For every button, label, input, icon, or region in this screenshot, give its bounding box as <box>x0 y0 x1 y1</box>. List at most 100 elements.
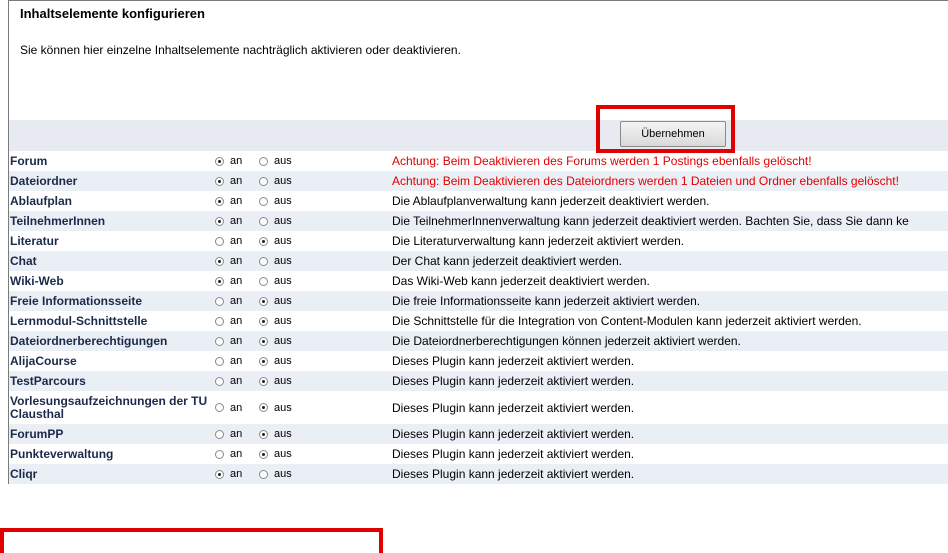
radio-button[interactable] <box>259 176 268 186</box>
module-row: Ablaufplan an aus Die Ablaufplanverwaltung … <box>8 191 948 211</box>
radio-option-aus[interactable]: aus <box>259 311 292 331</box>
radio-label: aus <box>274 428 292 440</box>
radio-label: aus <box>274 468 292 480</box>
radio-button[interactable] <box>215 429 224 439</box>
module-name: ForumPP <box>10 426 64 441</box>
radio-option-aus[interactable]: aus <box>259 351 292 371</box>
info-message: Die TeilnehmerInnenverwaltung kann jeder… <box>392 214 909 228</box>
module-row: Vorlesungsaufzeichnungen der TU Claustha… <box>8 391 948 424</box>
radio-option-aus[interactable]: aus <box>259 191 292 211</box>
radio-button[interactable] <box>215 296 224 306</box>
radio-button[interactable] <box>259 469 268 479</box>
radio-option-an[interactable]: an <box>215 211 242 231</box>
radio-label: an <box>230 295 243 307</box>
module-row: Forum an aus Achtung: Beim Deaktivieren des… <box>8 151 948 171</box>
radio-button[interactable] <box>259 156 268 166</box>
radio-label: aus <box>274 175 292 187</box>
radio-button[interactable] <box>259 256 268 266</box>
radio-option-aus[interactable]: aus <box>259 391 292 424</box>
info-message: Dieses Plugin kann jederzeit aktiviert w… <box>392 374 635 388</box>
radio-option-an[interactable]: an <box>215 371 242 391</box>
radio-label: aus <box>274 335 292 347</box>
module-row: Lernmodul-Schnittstelle an aus Die Schnitts… <box>8 311 948 331</box>
radio-button[interactable] <box>215 356 224 366</box>
radio-button[interactable] <box>215 336 224 346</box>
radio-option-an[interactable]: an <box>215 311 242 331</box>
module-row: Dateiordner an aus Achtung: Beim Deaktivier… <box>8 171 948 191</box>
radio-button[interactable] <box>215 376 224 386</box>
radio-option-aus[interactable]: aus <box>259 171 292 191</box>
radio-button[interactable] <box>259 296 268 306</box>
radio-option-an[interactable]: an <box>215 351 242 371</box>
radio-option-an[interactable]: an <box>215 331 242 351</box>
radio-option-an[interactable]: an <box>215 251 242 271</box>
radio-button[interactable] <box>259 276 268 286</box>
radio-option-aus[interactable]: aus <box>259 444 292 464</box>
radio-option-an[interactable]: an <box>215 191 242 211</box>
radio-option-aus[interactable]: aus <box>259 424 292 444</box>
radio-option-an[interactable]: an <box>215 444 242 464</box>
radio-button[interactable] <box>259 316 268 326</box>
radio-option-an[interactable]: an <box>215 424 242 444</box>
radio-option-an[interactable]: an <box>215 464 242 484</box>
highlight-cliqr-row <box>0 528 383 553</box>
radio-label: an <box>230 401 243 414</box>
radio-button[interactable] <box>259 449 268 459</box>
radio-label: an <box>230 355 243 367</box>
radio-option-aus[interactable]: aus <box>259 251 292 271</box>
radio-option-an[interactable]: an <box>215 271 242 291</box>
radio-button[interactable] <box>215 236 224 246</box>
radio-button[interactable] <box>215 276 224 286</box>
radio-option-an[interactable]: an <box>215 291 242 311</box>
radio-button[interactable] <box>259 196 268 206</box>
module-name: Punkteverwaltung <box>10 446 114 461</box>
radio-label: an <box>230 375 243 387</box>
radio-button[interactable] <box>259 216 268 226</box>
radio-button[interactable] <box>259 336 268 346</box>
radio-option-an[interactable]: an <box>215 171 242 191</box>
radio-button[interactable] <box>215 256 224 266</box>
radio-button[interactable] <box>215 316 224 326</box>
radio-button[interactable] <box>259 356 268 366</box>
module-row: TeilnehmerInnen an aus Die TeilnehmerInnenv… <box>8 211 948 231</box>
radio-option-an[interactable]: an <box>215 391 242 424</box>
module-name: Freie Informationsseite <box>10 293 143 308</box>
info-message: Das Wiki-Web kann jederzeit deaktiviert … <box>392 274 650 288</box>
radio-option-aus[interactable]: aus <box>259 371 292 391</box>
radio-option-aus[interactable]: aus <box>259 231 292 251</box>
radio-button[interactable] <box>259 236 268 246</box>
radio-option-aus[interactable]: aus <box>259 211 292 231</box>
radio-option-aus[interactable]: aus <box>259 151 292 171</box>
radio-option-aus[interactable]: aus <box>259 291 292 311</box>
radio-label: aus <box>274 295 292 307</box>
info-message: Dieses Plugin kann jederzeit aktiviert w… <box>392 354 635 368</box>
radio-label: aus <box>274 355 292 367</box>
module-row: Punkteverwaltung an aus Dieses Plugin kann … <box>8 444 948 464</box>
radio-button[interactable] <box>259 376 268 386</box>
radio-option-an[interactable]: an <box>215 231 242 251</box>
radio-option-aus[interactable]: aus <box>259 464 292 484</box>
radio-button[interactable] <box>259 429 268 439</box>
radio-button[interactable] <box>215 449 224 459</box>
module-row: TestParcours an aus Dieses Plugin kann jede… <box>8 371 948 391</box>
radio-label: an <box>230 235 243 247</box>
radio-button[interactable] <box>259 403 268 412</box>
content-config-panel: Inhaltselemente konfigurieren Sie können… <box>0 0 948 553</box>
radio-button[interactable] <box>215 196 224 206</box>
radio-button[interactable] <box>215 156 224 166</box>
button-row: Übernehmen <box>8 120 948 151</box>
radio-button[interactable] <box>215 403 224 412</box>
radio-button[interactable] <box>215 176 224 186</box>
info-message: Dieses Plugin kann jederzeit aktiviert w… <box>392 400 635 415</box>
radio-option-aus[interactable]: aus <box>259 271 292 291</box>
radio-option-aus[interactable]: aus <box>259 331 292 351</box>
radio-label: aus <box>274 275 292 287</box>
module-name: Dateiordnerberechtigungen <box>10 333 168 348</box>
radio-label: aus <box>274 255 292 267</box>
radio-label: an <box>230 428 243 440</box>
radio-option-an[interactable]: an <box>215 151 242 171</box>
module-row: AlijaCourse an aus Dieses Plugin kann jeder… <box>8 351 948 371</box>
info-message: Die Literaturverwaltung kann jederzeit a… <box>392 234 685 248</box>
radio-button[interactable] <box>215 469 224 479</box>
radio-button[interactable] <box>215 216 224 226</box>
